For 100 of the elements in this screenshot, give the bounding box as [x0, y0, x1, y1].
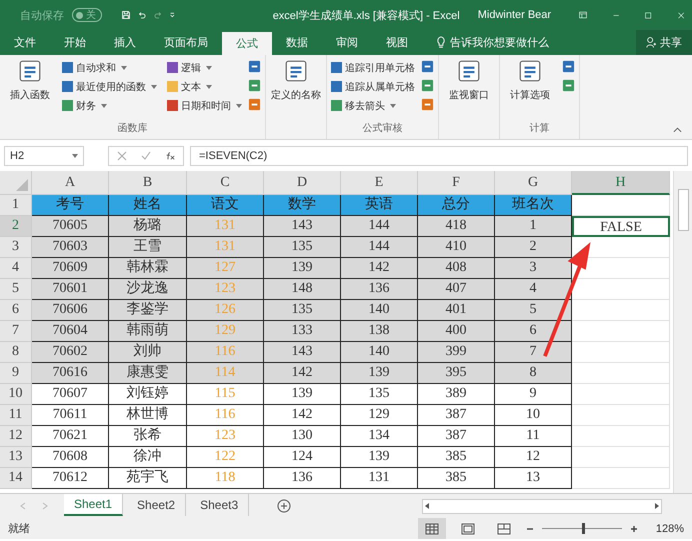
customize-icon[interactable] [170, 11, 175, 19]
ribbon-icon[interactable] [248, 60, 261, 73]
view-button[interactable] [418, 518, 446, 539]
ribbon-button[interactable]: 逻辑 [167, 58, 242, 77]
table-cell: 语文 [187, 195, 264, 216]
ribbon-button[interactable]: 追踪从属单元格 [331, 77, 415, 96]
ribbon-large-button[interactable]: 插入函数 [4, 58, 56, 121]
name-box[interactable]: H2 [4, 146, 84, 166]
column-header[interactable]: F [418, 171, 495, 195]
ribbon-large-button[interactable]: 监视窗口 [443, 58, 495, 139]
insert-function-icon[interactable] [165, 150, 175, 160]
add-sheet-icon[interactable] [277, 499, 292, 513]
row-header[interactable]: 1 [0, 195, 32, 216]
table-cell: 395 [418, 363, 495, 384]
sheet-tab[interactable]: Sheet3 [190, 494, 250, 516]
table-cell: 70621 [32, 426, 109, 447]
ribbon-button[interactable]: 追踪引用单元格 [331, 58, 415, 77]
table-cell: FALSE [572, 216, 670, 237]
scroll-right-icon[interactable] [655, 503, 659, 509]
ribbon-tab[interactable]: 审阅 [322, 30, 372, 55]
row-header[interactable]: 5 [0, 279, 32, 300]
column-header[interactable]: B [109, 171, 187, 195]
row-header[interactable]: 6 [0, 300, 32, 321]
sheet-tab[interactable]: Sheet2 [127, 494, 186, 516]
maximize-icon[interactable] [645, 10, 652, 20]
column-header[interactable]: E [341, 171, 418, 195]
ribbon-tab[interactable]: 开始 [50, 30, 100, 55]
table-cell: 康惠雯 [109, 363, 187, 384]
table-cell: 407 [418, 279, 495, 300]
formula-field[interactable]: =ISEVEN(C2) [190, 146, 688, 166]
horizontal-scrollbar[interactable] [422, 498, 662, 514]
ribbon-button[interactable]: 移去箭头 [331, 96, 415, 115]
ribbon-icon[interactable] [248, 98, 261, 111]
table-cell: 401 [418, 300, 495, 321]
row-header[interactable]: 13 [0, 447, 32, 468]
ribbon-icon[interactable] [248, 79, 261, 92]
row-header[interactable]: 11 [0, 405, 32, 426]
tell-me-search[interactable]: 告诉我你想要做什么 [436, 30, 549, 55]
row-header[interactable]: 2 [0, 216, 32, 237]
table-cell: 135 [264, 237, 341, 258]
caret-icon [390, 104, 396, 108]
row-header[interactable]: 14 [0, 468, 32, 489]
table-cell: 韩雨萌 [109, 321, 187, 342]
ribbon-button[interactable]: 财务 [62, 96, 157, 115]
table-cell: 138 [341, 321, 418, 342]
ribbon-button[interactable]: 日期和时间 [167, 96, 242, 115]
table-cell: 129 [341, 405, 418, 426]
table-cell: 134 [341, 426, 418, 447]
ribbon-button[interactable]: 文本 [167, 77, 242, 96]
sheet-tab[interactable]: Sheet1 [64, 494, 124, 516]
row-header[interactable]: 12 [0, 426, 32, 447]
row-header[interactable]: 8 [0, 342, 32, 363]
ribbon-icon[interactable] [421, 98, 434, 111]
vertical-scrollbar[interactable] [673, 171, 692, 493]
save-icon[interactable] [122, 8, 130, 22]
row-header[interactable]: 4 [0, 258, 32, 279]
share-button[interactable]: 共享 [636, 30, 692, 55]
zoom-level[interactable]: 128% [656, 522, 684, 534]
page-icon [460, 522, 475, 534]
table-cell: 4 [495, 279, 572, 300]
column-header[interactable]: A [32, 171, 109, 195]
column-header[interactable]: C [187, 171, 264, 195]
zoom-in-icon[interactable] [630, 524, 638, 532]
caret-icon[interactable] [72, 154, 78, 158]
ribbon-icon[interactable] [421, 79, 434, 92]
table-cell: 116 [187, 342, 264, 363]
table-cell: 70606 [32, 300, 109, 321]
ribbon-large-button[interactable]: 定义的名称 [270, 58, 322, 139]
autosave-label: 自动保存 [20, 8, 64, 22]
column-header[interactable]: H [572, 171, 670, 195]
column-header[interactable]: D [264, 171, 341, 195]
ribbon-button[interactable]: 最近使用的函数 [62, 77, 157, 96]
ribbon-button[interactable]: 自动求和 [62, 58, 157, 77]
table-cell: 131 [187, 216, 264, 237]
ribbon-tab[interactable]: 页面布局 [150, 30, 222, 55]
table-cell: 刘帅 [109, 342, 187, 363]
table-cell: 张希 [109, 426, 187, 447]
ribbon-icon[interactable] [421, 60, 434, 73]
row-header[interactable]: 7 [0, 321, 32, 342]
scroll-left-icon[interactable] [425, 503, 429, 509]
ribbon-tab[interactable]: 文件 [0, 30, 50, 55]
ribbon-tab[interactable]: 视图 [372, 30, 422, 55]
table-cell: 3 [495, 258, 572, 279]
table-cell: 418 [418, 216, 495, 237]
table-cell: 408 [418, 258, 495, 279]
table-cell: 142 [264, 405, 341, 426]
ribbon-large-button[interactable]: 计算选项 [504, 58, 556, 121]
row-header[interactable]: 10 [0, 384, 32, 405]
ribbon-icon[interactable] [562, 60, 575, 73]
ribbon-tab[interactable]: 公式 [222, 32, 272, 55]
row-header[interactable]: 9 [0, 363, 32, 384]
row-header[interactable]: 3 [0, 237, 32, 258]
ribbon-tab[interactable]: 插入 [100, 30, 150, 55]
column-header[interactable]: G [495, 171, 572, 195]
ribbon-icon[interactable] [562, 79, 575, 92]
table-cell: 387 [418, 405, 495, 426]
ribbon-tab[interactable]: 数据 [272, 30, 322, 55]
page-break-icon [496, 522, 511, 534]
close-icon[interactable] [678, 10, 684, 20]
collapse-ribbon-icon[interactable] [673, 127, 682, 133]
